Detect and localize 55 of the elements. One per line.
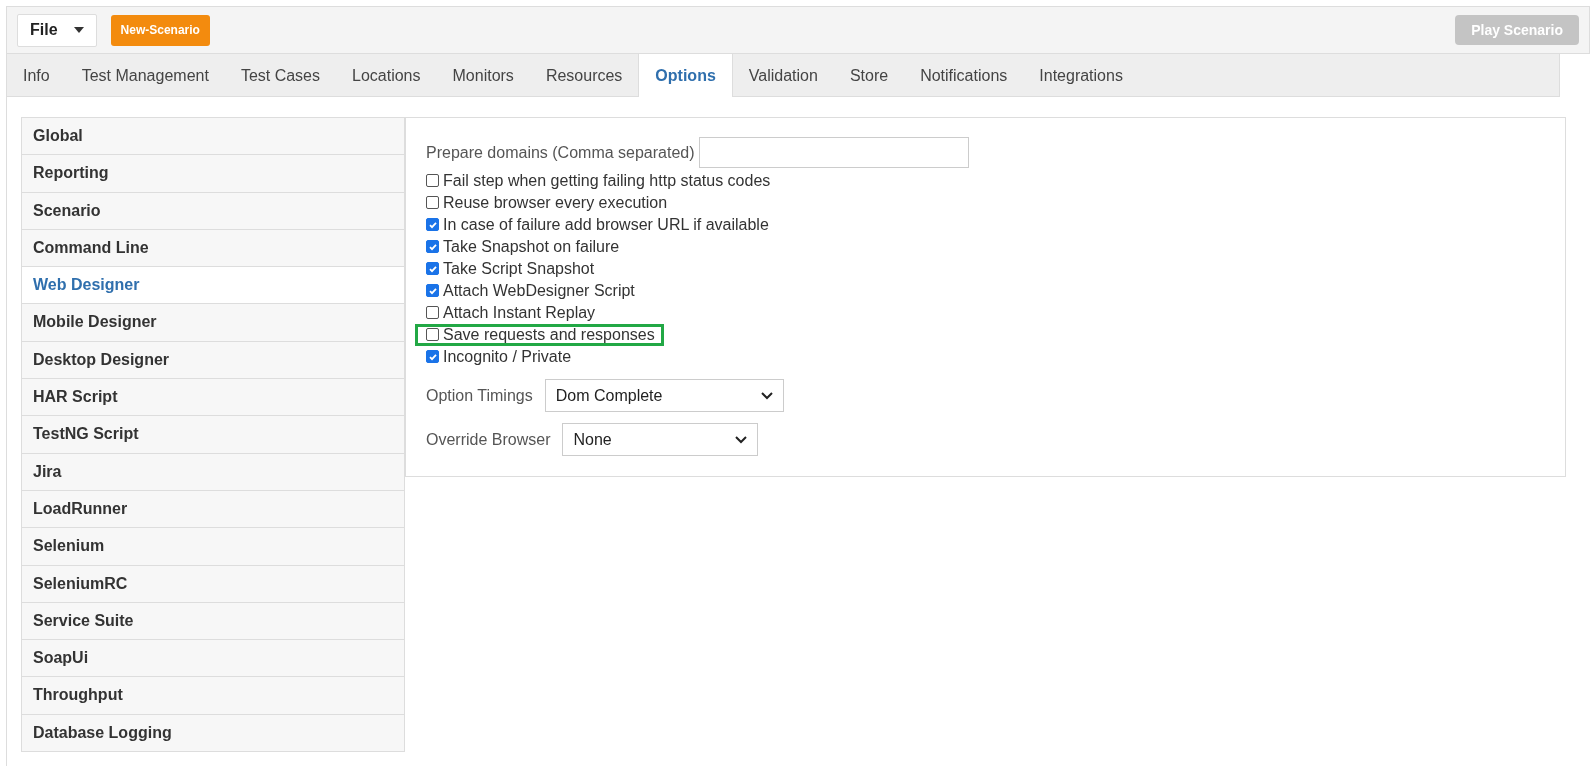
checkbox-row[interactable]: Attach WebDesigner Script [423, 279, 644, 302]
checkbox-row[interactable]: In case of failure add browser URL if available [423, 213, 778, 236]
sidebar-item[interactable]: Service Suite [22, 601, 404, 640]
checkbox-row[interactable]: Fail step when getting failing http status codes [423, 169, 780, 192]
sidebar-item[interactable]: Jira [22, 452, 404, 490]
caret-icon [73, 27, 84, 33]
tab[interactable]: Options [638, 54, 733, 97]
checkbox[interactable] [426, 350, 439, 364]
sidebar-item[interactable]: SoapUi [22, 639, 404, 677]
sidebar-item[interactable]: Global [22, 117, 404, 155]
sidebar-item[interactable]: HAR Script [22, 378, 404, 416]
sidebar-item[interactable]: LoadRunner [22, 489, 404, 528]
checkbox[interactable] [426, 174, 439, 188]
highlighted-checkbox-row[interactable]: Save requests and responses [415, 323, 664, 346]
tab[interactable]: Info [7, 54, 66, 97]
sidebar-item[interactable]: TestNG Script [22, 415, 404, 453]
chevron-down-icon [735, 435, 748, 444]
select-field[interactable]: None [562, 423, 759, 456]
chevron-down-icon [760, 391, 773, 400]
checkbox[interactable] [426, 218, 439, 232]
domains-input-field[interactable] [698, 137, 969, 168]
tab[interactable]: Notifications [904, 54, 1024, 97]
sidebar-item[interactable]: Throughput [22, 676, 404, 714]
checkbox[interactable] [426, 328, 439, 342]
sidebar-item[interactable]: Selenium [22, 527, 404, 565]
tab[interactable]: Validation [732, 54, 834, 97]
sidebar-item[interactable]: Command Line [22, 228, 404, 267]
checkbox[interactable] [426, 240, 439, 254]
sidebar-item[interactable]: Mobile Designer [22, 303, 404, 341]
sidebar-item[interactable]: Database Logging [22, 713, 404, 752]
sidebar-item[interactable]: Desktop Designer [22, 340, 404, 379]
sidebar-item[interactable]: Reporting [22, 154, 404, 192]
field-label: Override Browser [426, 430, 551, 449]
select-field[interactable]: Dom Complete [544, 379, 784, 412]
tab[interactable]: Store [833, 54, 905, 97]
tab[interactable]: Test Management [65, 54, 225, 97]
file-menu[interactable]: File [17, 13, 97, 47]
checkbox[interactable] [426, 306, 439, 320]
tab[interactable]: Locations [336, 54, 437, 97]
tab[interactable]: Test Cases [224, 54, 336, 97]
checkbox[interactable] [426, 284, 439, 298]
tab[interactable]: Integrations [1023, 54, 1139, 97]
tab[interactable]: Resources [529, 54, 639, 97]
checkbox-row[interactable]: Reuse browser every execution [423, 191, 677, 214]
field-label: Prepare domains (Comma separated) [426, 143, 695, 162]
checkbox-row[interactable]: Take Snapshot on failure [423, 235, 629, 258]
checkbox-row[interactable]: Incognito / Private [423, 345, 581, 368]
sidebar-item[interactable]: Scenario [22, 191, 404, 229]
checkbox[interactable] [426, 262, 439, 276]
checkbox-row[interactable]: Take Script Snapshot [423, 257, 604, 280]
sidebar-item[interactable]: SeleniumRC [22, 564, 404, 602]
tab[interactable]: Monitors [436, 54, 530, 97]
checkbox-row[interactable]: Attach Instant Replay [423, 301, 605, 324]
checkbox[interactable] [426, 196, 439, 210]
field-label: Option Timings [426, 386, 533, 405]
